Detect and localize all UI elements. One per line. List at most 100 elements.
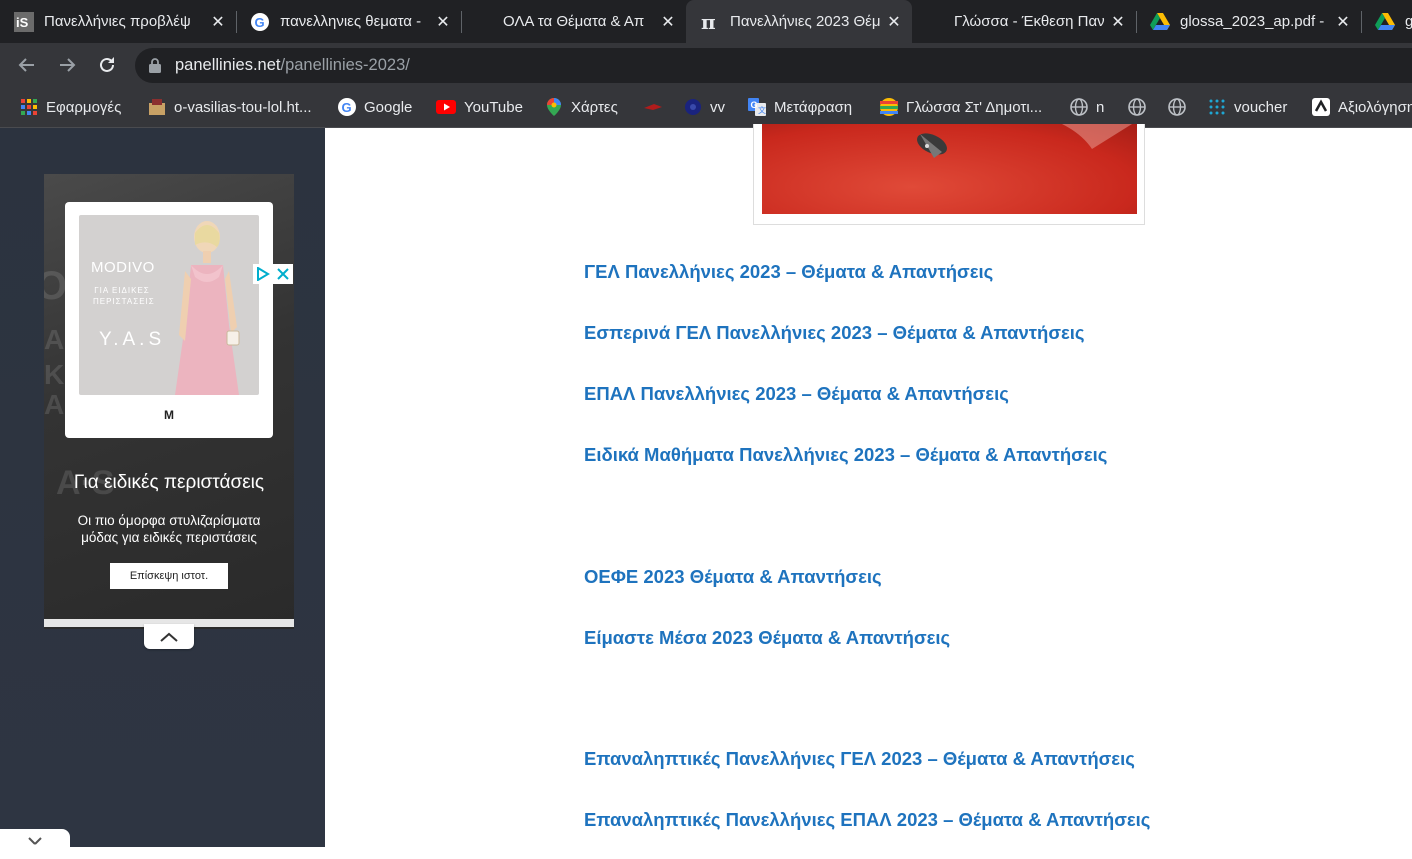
bookmark-label: n — [1096, 98, 1105, 116]
bookmarks-bar: Εφαρμογές o-vasilias-tou-lol.ht... G Goo… — [0, 87, 1412, 128]
tab-google-search[interactable]: G πανελληνιες θεματα - ✕ — [236, 0, 461, 43]
link-epanaliptikes-gel-2023[interactable]: Επαναληπτικές Πανελλήνιες ΓΕΛ 2023 – Θέμ… — [584, 748, 1135, 770]
link-eidika-mathimata-2023[interactable]: Ειδικά Μαθήματα Πανελλήνιες 2023 – Θέματ… — [584, 444, 1107, 466]
ad-brand-name: MODIVO — [91, 259, 155, 276]
bookmark-glossa[interactable]: Γλώσσα Στ' Δημοτι... — [880, 87, 1042, 127]
link-esperina-gel-2023[interactable]: Εσπερινά ΓΕΛ Πανελλήνιες 2023 – Θέματα &… — [584, 322, 1085, 344]
close-tab-icon[interactable]: ✕ — [884, 12, 904, 32]
close-icon — [28, 837, 42, 845]
ad-modivo-logo: M — [164, 408, 174, 422]
tab-title: g — [1405, 13, 1412, 30]
ad-brand-subtitle: ΓΙΑ ΕΙΔΙΚΕΣ ΠΕΡΙΣΤΑΣΕΙΣ — [93, 286, 155, 306]
back-arrow-icon — [18, 58, 34, 72]
tab-panellinies-provlepseis[interactable]: iS Πανελλήνιες προβλέψ ✕ — [0, 0, 236, 43]
link-gel-2023[interactable]: ΓΕΛ Πανελλήνιες 2023 – Θέματα & Απαντήσε… — [584, 261, 993, 283]
youtube-icon — [436, 98, 456, 116]
hero-image-frame — [753, 124, 1145, 225]
ad-choices-icon[interactable] — [253, 264, 273, 284]
tab-title: glossa_2023_ap.pdf - — [1180, 13, 1325, 30]
google-drive-icon — [1150, 12, 1170, 32]
svg-text:文: 文 — [758, 105, 766, 115]
bookmark-o-vasilias[interactable]: o-vasilias-tou-lol.ht... — [148, 87, 312, 127]
tab-strip: iS Πανελλήνιες προβλέψ ✕ G πανελληνιες θ… — [0, 0, 1412, 43]
tab-glossa-pdf[interactable]: glossa_2023_ap.pdf - ✕ — [1136, 0, 1361, 43]
bookmark-translate[interactable]: G文 Μετάφραση — [748, 87, 852, 127]
bookmark-globe-2[interactable] — [1168, 87, 1194, 127]
close-tab-icon[interactable]: ✕ — [1333, 12, 1353, 32]
ad-collapse-button[interactable] — [144, 624, 194, 649]
url-text: panellinies.net/panellinies-2023/ — [175, 56, 410, 75]
svg-text:π: π — [701, 12, 716, 32]
bookmark-label: vv — [710, 98, 725, 116]
dotted-grid-icon — [1208, 98, 1226, 116]
colorful-ball-icon — [880, 98, 898, 116]
maps-pin-icon — [545, 98, 563, 116]
ad-close-icon[interactable] — [273, 264, 293, 284]
link-epal-2023[interactable]: ΕΠΑΛ Πανελλήνιες 2023 – Θέματα & Απαντήσ… — [584, 383, 1009, 405]
back-button[interactable] — [12, 50, 42, 80]
tab-title: Γλώσσα - Έκθεση Παν — [954, 13, 1105, 30]
link-epanaliptikes-epal-2023[interactable]: Επαναληπτικές Πανελλήνιες ΕΠΑΛ 2023 – Θέ… — [584, 809, 1150, 831]
bookmark-label: Google — [364, 98, 413, 116]
main-content: ΓΕΛ Πανελλήνιες 2023 – Θέματα & Απαντήσε… — [325, 124, 1412, 847]
bottom-close-button[interactable] — [0, 829, 70, 859]
close-tab-icon[interactable]: ✕ — [658, 12, 678, 32]
site-icon — [148, 98, 166, 116]
ad-description: Οι πιο όμορφα στυλιζαρίσματα μόδας για ε… — [77, 513, 261, 545]
tab-drive-partial[interactable]: g — [1361, 0, 1412, 43]
bookmark-google[interactable]: G Google — [338, 87, 412, 127]
bookmark-label: Εφαρμογές — [46, 98, 122, 116]
close-tab-icon[interactable]: ✕ — [1108, 12, 1128, 32]
bookmark-axiologisi[interactable]: Αξιολόγηση — [1312, 87, 1412, 127]
google-drive-icon — [1375, 12, 1395, 32]
svg-text:G: G — [342, 100, 352, 115]
dark-circle-icon — [684, 98, 702, 116]
globe-icon — [1070, 98, 1088, 116]
hero-image — [762, 124, 1137, 214]
lock-icon[interactable] — [149, 58, 161, 73]
bookmark-label: o-vasilias-tou-lol.ht... — [174, 98, 312, 116]
tab-panellinies-2023[interactable]: π Πανελλήνιες 2023 Θέμ ✕ — [686, 0, 912, 43]
tab-title: πανελληνιες θεματα - — [280, 13, 422, 30]
left-sidebar: O A K A A·S MODIVO ΓΙΑ ΕΙΔΙΚΕΣ ΠΕΡΙΣΤΑΣΕ… — [0, 128, 325, 847]
ad-background-text: O — [44, 264, 68, 308]
tab-glossa-ekthesi[interactable]: Γλώσσα - Έκθεση Παν ✕ — [912, 0, 1136, 43]
link-oefe-2023[interactable]: ΟΕΦΕ 2023 Θέματα & Απαντήσεις — [584, 566, 882, 588]
ad-yas-logo: Y.A.S — [99, 329, 166, 350]
close-tab-icon[interactable]: ✕ — [208, 12, 228, 32]
bookmark-youtube[interactable]: YouTube — [436, 87, 523, 127]
ad-background-text: A — [44, 324, 65, 355]
red-bookmark-icon — [644, 98, 662, 116]
address-bar[interactable]: panellinies.net/panellinies-2023/ — [135, 48, 1412, 83]
ad-product-card[interactable]: MODIVO ΓΙΑ ΕΙΔΙΚΕΣ ΠΕΡΙΣΤΑΣΕΙΣ Y.A.S M — [65, 202, 273, 438]
bookmark-globe-1[interactable] — [1128, 87, 1154, 127]
translate-icon: G文 — [748, 98, 766, 116]
bookmark-vv[interactable]: vv — [684, 87, 725, 127]
globe-icon — [1128, 98, 1146, 116]
tab-title: Πανελλήνιες προβλέψ — [44, 13, 191, 30]
bookmark-red[interactable] — [644, 87, 670, 127]
reload-icon — [100, 57, 114, 72]
globe-icon — [1168, 98, 1186, 116]
ad-headline: Για ειδικές περιστάσεις — [73, 472, 265, 493]
bookmark-maps[interactable]: Χάρτες — [545, 87, 618, 127]
bookmark-apps[interactable]: Εφαρμογές — [20, 87, 121, 127]
bookmark-label: Χάρτες — [571, 98, 618, 116]
ad-choices[interactable] — [253, 264, 293, 284]
review-icon — [1312, 98, 1330, 116]
link-eimaste-mesa-2023[interactable]: Είμαστε Μέσα 2023 Θέματα & Απαντήσεις — [584, 627, 950, 649]
ad-background-text: K — [44, 359, 65, 390]
blank-favicon-icon — [942, 12, 944, 32]
ad-visit-button[interactable]: Επίσκεψη ιστοτ. — [110, 563, 228, 589]
tab-title: Πανελλήνιες 2023 Θέμ — [730, 13, 881, 30]
forward-button[interactable] — [52, 50, 82, 80]
bookmark-voucher[interactable]: voucher — [1208, 87, 1287, 127]
reload-button[interactable] — [92, 50, 122, 80]
url-domain: panellinies.net — [175, 56, 281, 74]
bookmark-label: Αξιολόγηση — [1338, 98, 1412, 116]
ad-banner[interactable]: O A K A A·S MODIVO ΓΙΑ ΕΙΔΙΚΕΣ ΠΕΡΙΣΤΑΣΕ… — [44, 174, 294, 629]
tab-ola-ta-themata[interactable]: ΟΛΑ τα Θέματα & Απ ✕ — [461, 0, 686, 43]
bookmark-n[interactable]: n — [1070, 87, 1104, 127]
bookmark-label: voucher — [1234, 98, 1288, 116]
close-tab-icon[interactable]: ✕ — [433, 12, 453, 32]
